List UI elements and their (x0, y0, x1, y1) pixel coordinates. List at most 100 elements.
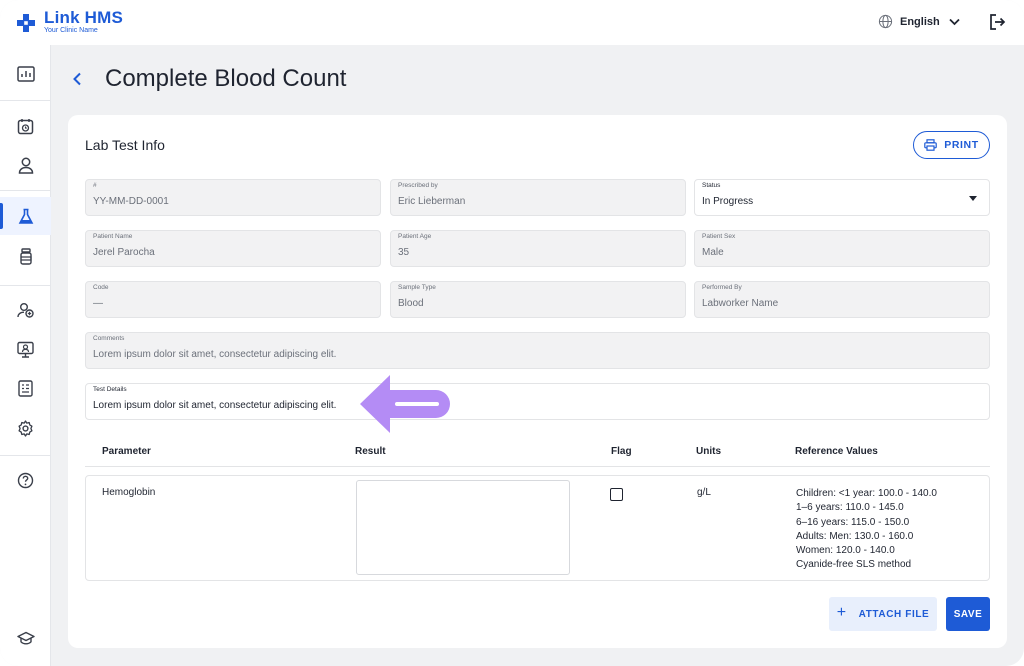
chevron-left-icon (73, 72, 81, 86)
patient-name-value: Jerel Parocha (93, 247, 155, 258)
sidebar-item-patients[interactable] (0, 146, 51, 184)
id-label: # (93, 182, 97, 189)
patient-sex-field[interactable]: Patient Sex Male (694, 230, 990, 267)
logo-cross-icon (17, 14, 35, 32)
prescribed-by-label: Prescribed by (398, 182, 438, 189)
reference-line: 6–16 years: 115.0 - 150.0 (796, 516, 910, 528)
performed-by-label: Performed By (702, 284, 742, 291)
patient-sex-value: Male (702, 247, 724, 258)
sample-type-label: Sample Type (398, 284, 436, 291)
print-button[interactable]: PRINT (913, 131, 990, 159)
app-window: Link HMS Your Clinic Name English Comple… (0, 0, 1024, 666)
print-label: PRINT (944, 139, 979, 151)
status-label: Status (702, 182, 721, 189)
col-reference: Reference Values (795, 446, 878, 457)
col-parameter: Parameter (102, 446, 151, 457)
lab-flask-icon (18, 208, 33, 224)
language-label: English (900, 15, 940, 28)
code-label: Code (93, 284, 109, 291)
sidebar-item-help[interactable] (0, 461, 51, 499)
reports-icon (18, 379, 33, 397)
col-result: Result (355, 446, 386, 457)
table-row: Hemoglobin g/L Children: <1 year: 100.0 … (85, 475, 990, 581)
reference-line: Children: <1 year: 100.0 - 140.0 (796, 488, 937, 499)
back-button[interactable] (72, 68, 90, 90)
comments-value: Lorem ipsum dolor sit amet, consectetur … (93, 349, 337, 360)
logout-icon (990, 14, 1006, 30)
sidebar-item-telemedicine[interactable] (0, 330, 51, 368)
col-flag: Flag (611, 446, 632, 457)
code-value: — (93, 298, 103, 309)
brand-logo[interactable]: Link HMS Your Clinic Name (16, 9, 123, 34)
attach-file-label: ATTACH FILE (858, 608, 930, 620)
test-details-field[interactable]: Test Details Lorem ipsum dolor sit amet,… (85, 383, 990, 420)
reference-line: 1–6 years: 110.0 - 145.0 (796, 502, 904, 514)
results-table-header: Parameter Result Flag Units Reference Va… (85, 437, 990, 467)
patient-sex-label: Patient Sex (702, 233, 736, 240)
monitor-icon (17, 341, 34, 358)
plus-icon: + (836, 604, 847, 621)
chevron-down-icon (949, 18, 960, 25)
reference-line: Women: 120.0 - 140.0 (796, 545, 895, 557)
reference-values-cell: Children: <1 year: 100.0 - 140.0 1–6 yea… (796, 487, 937, 573)
sidebar-item-settings[interactable] (0, 409, 51, 447)
pointer-arrow-annotation (360, 375, 450, 433)
staff-icon (16, 302, 34, 318)
reference-line: Adults: Men: 130.0 - 160.0 (796, 530, 914, 542)
flag-checkbox[interactable] (610, 488, 623, 501)
prescribed-by-field[interactable]: Prescribed by Eric Lieberman (390, 179, 686, 216)
sample-type-field[interactable]: Sample Type Blood (390, 281, 686, 318)
patient-age-value: 35 (398, 247, 410, 258)
lab-test-info-card: Lab Test Info PRINT # YY-MM-DD-0001 Pres… (68, 115, 1007, 648)
sidebar-item-dashboard[interactable] (0, 55, 51, 93)
col-units: Units (696, 446, 721, 457)
attach-file-button[interactable]: + ATTACH FILE (829, 597, 937, 631)
caret-down-icon (969, 196, 977, 201)
patient-name-field[interactable]: Patient Name Jerel Parocha (85, 230, 381, 267)
comments-field[interactable]: Comments Lorem ipsum dolor sit amet, con… (85, 332, 990, 369)
prescribed-by-value: Eric Lieberman (398, 196, 466, 207)
save-button[interactable]: SAVE (946, 597, 990, 631)
id-field[interactable]: # YY-MM-DD-0001 (85, 179, 381, 216)
units-cell: g/L (697, 487, 711, 498)
sidebar-item-reports[interactable] (0, 369, 51, 407)
performed-by-value: Labworker Name (702, 298, 779, 309)
brand-tagline: Your Clinic Name (44, 27, 98, 34)
dashboard-icon (16, 66, 35, 82)
pharmacy-bottle-icon (19, 247, 32, 265)
settings-icon (18, 419, 33, 437)
parameter-cell: Hemoglobin (102, 487, 156, 498)
sidebar (0, 45, 51, 666)
language-selector[interactable]: English (878, 14, 967, 29)
patient-age-label: Patient Age (398, 233, 432, 240)
reference-line: Cyanide-free SLS method (796, 559, 912, 571)
logout-button[interactable] (988, 13, 1006, 36)
sidebar-item-appointments[interactable] (0, 107, 51, 145)
patient-age-field[interactable]: Patient Age 35 (390, 230, 686, 267)
brand-name: Link HMS (44, 8, 124, 27)
patient-name-label: Patient Name (93, 233, 133, 240)
patient-icon (18, 157, 33, 174)
result-input[interactable] (356, 480, 570, 575)
page-title: Complete Blood Count (105, 65, 347, 92)
status-select[interactable]: Status In Progress (694, 179, 990, 216)
sidebar-item-learning[interactable] (0, 619, 51, 657)
sidebar-item-staff[interactable] (0, 291, 51, 329)
id-value: YY-MM-DD-0001 (93, 196, 169, 207)
top-bar: Link HMS Your Clinic Name English (0, 0, 1024, 45)
help-icon (17, 472, 34, 488)
sidebar-item-pharmacy[interactable] (0, 237, 51, 275)
card-title: Lab Test Info (85, 137, 165, 153)
education-cap-icon (16, 631, 35, 645)
test-details-label: Test Details (93, 386, 127, 393)
appointments-icon (17, 118, 34, 134)
status-value: In Progress (702, 196, 754, 207)
sidebar-item-lab[interactable] (0, 197, 51, 235)
performed-by-field[interactable]: Performed By Labworker Name (694, 281, 990, 318)
test-details-value: Lorem ipsum dolor sit amet, consectetur … (93, 400, 337, 411)
printer-icon (924, 139, 938, 151)
comments-label: Comments (93, 335, 125, 342)
sample-type-value: Blood (398, 298, 424, 309)
globe-icon (878, 14, 893, 29)
code-field[interactable]: Code — (85, 281, 381, 318)
